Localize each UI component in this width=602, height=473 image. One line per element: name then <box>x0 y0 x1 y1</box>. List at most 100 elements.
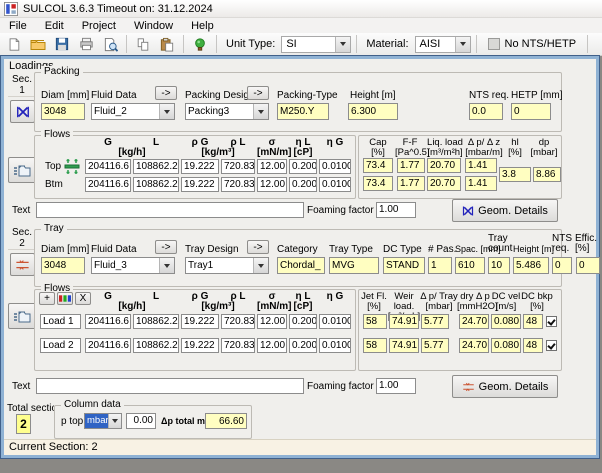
material-select[interactable]: AISI <box>414 35 471 53</box>
flow-cell[interactable]: 720.83 <box>221 177 255 192</box>
open-file-button[interactable] <box>27 34 49 54</box>
flow-cell[interactable]: 204116.6 <box>85 314 131 329</box>
flow-cell[interactable]: 0.200 <box>289 177 317 192</box>
packing-fluid-select[interactable]: Fluid_2 <box>91 103 175 120</box>
packing-type-field[interactable]: M250.Y <box>277 103 329 120</box>
flow-cell[interactable]: 204116.6 <box>85 177 131 192</box>
flow-cell[interactable]: 12.00 <box>257 338 287 353</box>
dp-field[interactable]: 8.86 <box>533 167 561 182</box>
hl-field[interactable]: 3.8 <box>499 167 531 182</box>
print-preview-button[interactable] <box>99 34 121 54</box>
p-top-unit-select[interactable]: mbar <box>84 413 122 429</box>
tray-nts-field[interactable]: 0 <box>552 257 572 274</box>
tray-design-select[interactable]: Tray1 <box>185 257 269 274</box>
dc-bkp-checkbox[interactable] <box>546 316 557 327</box>
dc-bkp-checkbox[interactable] <box>546 340 557 351</box>
p-top-unit-dropdown-button[interactable] <box>108 414 121 428</box>
packing-design-select[interactable]: Packing3 <box>185 103 269 120</box>
no-nts-hetp-toggle[interactable]: No NTS/HETP <box>482 38 583 50</box>
flow-cell[interactable]: 12.00 <box>257 159 287 174</box>
tray-effic-field[interactable]: 0 <box>576 257 600 274</box>
result-cell[interactable]: 24.70 <box>459 314 489 329</box>
total-sections-field[interactable]: 2 <box>16 414 31 434</box>
tray-design-dropdown-button[interactable] <box>253 258 268 273</box>
flow-cell[interactable]: 720.83 <box>221 338 255 353</box>
copy-button[interactable] <box>132 34 154 54</box>
menu-help[interactable]: Help <box>182 19 223 33</box>
packing-text-input[interactable] <box>36 202 304 218</box>
packing-geom-details-button[interactable]: Geom. Details <box>452 199 558 222</box>
new-file-button[interactable] <box>3 34 25 54</box>
result-cell[interactable]: 0.080 <box>491 314 521 329</box>
flow-cell[interactable]: 0.200 <box>289 159 317 174</box>
packing-fluid-dropdown-button[interactable] <box>159 104 174 119</box>
load-1-label[interactable]: Load 1 <box>40 314 81 329</box>
result-cell[interactable]: 20.70 <box>427 176 461 191</box>
flow-cell[interactable]: 204116.6 <box>85 159 131 174</box>
flow-cell[interactable]: 108862.2 <box>133 338 179 353</box>
menu-edit[interactable]: Edit <box>36 19 73 33</box>
result-cell[interactable]: 48 <box>523 338 543 353</box>
flow-cell[interactable]: 0.0100 <box>319 159 351 174</box>
section-2-tray-button[interactable] <box>10 253 35 276</box>
packing-height-field[interactable]: 6.300 <box>348 103 398 120</box>
flow-cell[interactable]: 0.0100 <box>319 338 351 353</box>
packing-fluid-arrow-button[interactable]: -> <box>155 86 177 100</box>
tray-spac-field[interactable]: 610 <box>455 257 485 274</box>
result-cell[interactable]: 1.77 <box>397 158 425 173</box>
tray-type-field[interactable]: MVG <box>329 257 379 274</box>
tray-foaming-factor-field[interactable]: 1.00 <box>376 378 416 394</box>
result-cell[interactable]: 0.080 <box>491 338 521 353</box>
menu-file[interactable]: File <box>0 19 36 33</box>
result-cell[interactable]: 1.41 <box>465 176 497 191</box>
result-cell[interactable]: 5.77 <box>421 338 449 353</box>
result-cell[interactable]: 58 <box>363 338 387 353</box>
color-loads-button[interactable] <box>57 292 73 305</box>
tray-flows-transfer-button[interactable] <box>8 303 36 329</box>
menu-window[interactable]: Window <box>125 19 182 33</box>
dp-total-field[interactable]: 66.60 <box>205 413 247 429</box>
result-cell[interactable]: 20.70 <box>427 158 461 173</box>
flow-cell[interactable]: 108862.2 <box>133 177 179 192</box>
p-top-field[interactable]: 0.00 <box>126 413 156 429</box>
print-button[interactable] <box>75 34 97 54</box>
section-1-packing-button[interactable] <box>10 100 35 123</box>
result-cell[interactable]: 48 <box>523 314 543 329</box>
result-cell[interactable]: 58 <box>363 314 387 329</box>
packing-diam-field[interactable]: 3048 <box>41 103 85 120</box>
tray-dc-type-field[interactable]: STAND <box>383 257 425 274</box>
flow-cell[interactable]: 720.83 <box>221 314 255 329</box>
menu-project[interactable]: Project <box>73 19 125 33</box>
unit-type-select[interactable]: SI <box>281 35 352 53</box>
packing-foaming-factor-field[interactable]: 1.00 <box>376 202 416 218</box>
save-button[interactable] <box>51 34 73 54</box>
packing-design-arrow-button[interactable]: -> <box>247 86 269 100</box>
tray-geom-details-button[interactable]: Geom. Details <box>452 375 558 398</box>
result-cell[interactable]: 1.77 <box>397 176 425 191</box>
flow-cell[interactable]: 108862.2 <box>133 314 179 329</box>
paste-button[interactable] <box>156 34 178 54</box>
packing-design-dropdown-button[interactable] <box>253 104 268 119</box>
tray-fluid-dropdown-button[interactable] <box>159 258 174 273</box>
flow-cell[interactable]: 108862.2 <box>133 159 179 174</box>
flow-cell[interactable]: 19.222 <box>181 338 219 353</box>
result-cell[interactable]: 1.41 <box>465 158 497 173</box>
flow-cell[interactable]: 0.200 <box>289 338 317 353</box>
load-2-label[interactable]: Load 2 <box>40 338 81 353</box>
tray-count-field[interactable]: 10 <box>488 257 510 274</box>
tray-pas-field[interactable]: 1 <box>428 257 452 274</box>
result-cell[interactable]: 73.4 <box>363 176 393 191</box>
flow-cell[interactable]: 0.0100 <box>319 177 351 192</box>
tray-category-field[interactable]: Chordal_ <box>277 257 325 274</box>
tray-design-arrow-button[interactable]: -> <box>247 240 269 254</box>
flow-cell[interactable]: 720.83 <box>221 159 255 174</box>
tray-text-input[interactable] <box>36 378 304 394</box>
flow-cell[interactable]: 204116.6 <box>85 338 131 353</box>
packing-flows-transfer-button[interactable] <box>8 157 36 183</box>
flow-cell[interactable]: 0.200 <box>289 314 317 329</box>
unit-type-dropdown-button[interactable] <box>335 36 351 52</box>
flow-cell[interactable]: 12.00 <box>257 314 287 329</box>
material-dropdown-button[interactable] <box>454 36 470 52</box>
flow-cell[interactable]: 19.222 <box>181 159 219 174</box>
result-cell[interactable]: 73.4 <box>363 158 393 173</box>
